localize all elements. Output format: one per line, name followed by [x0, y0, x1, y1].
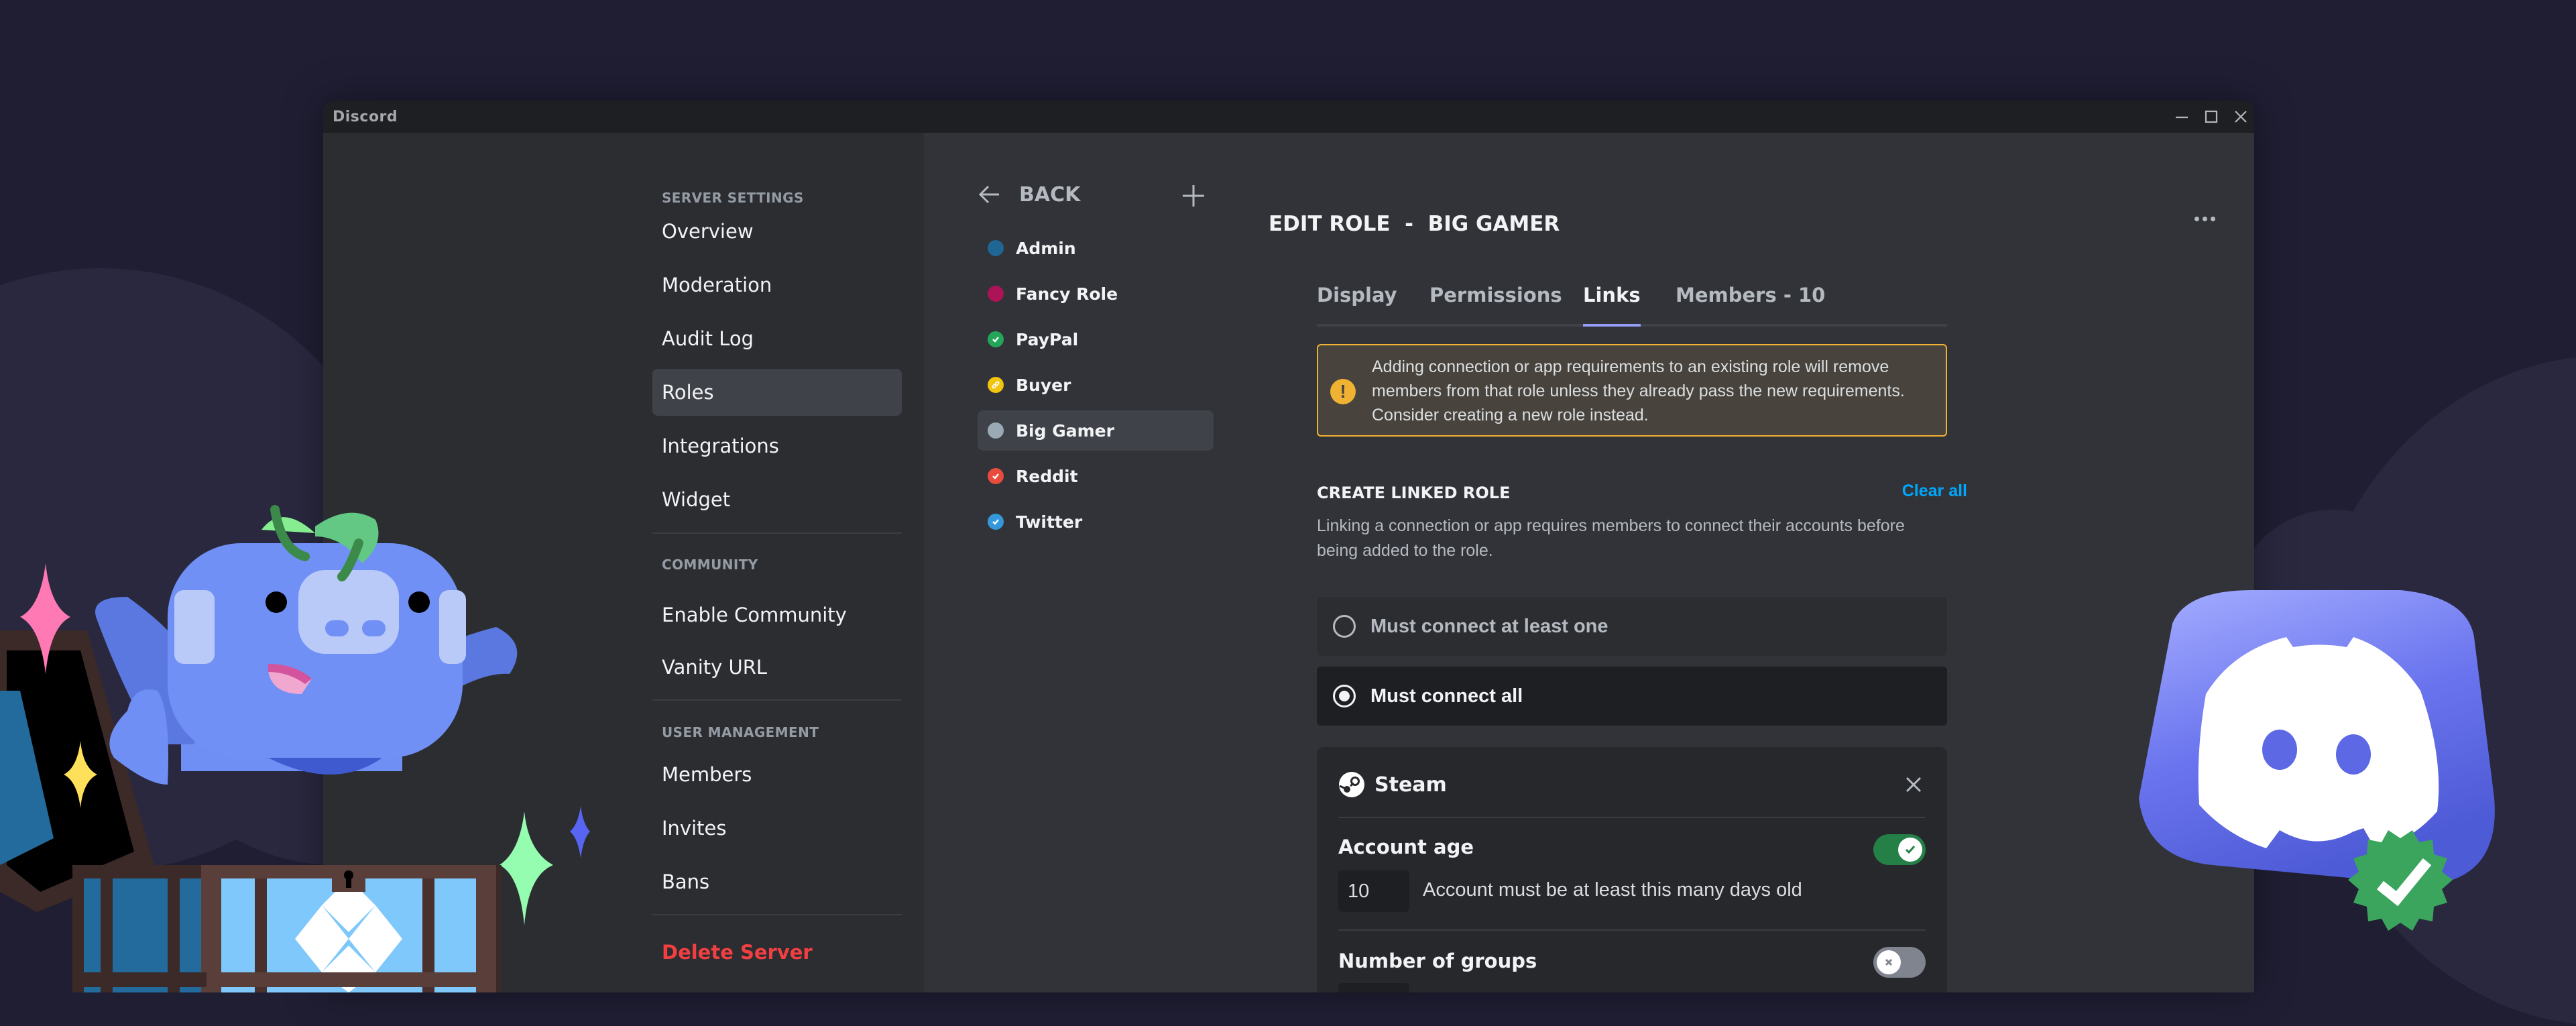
sidebar-divider — [652, 699, 902, 701]
connection-name: Steam — [1374, 773, 1447, 797]
tab-members[interactable]: Members - 10 — [1676, 284, 1825, 324]
verified-badge-icon — [988, 331, 1004, 347]
back-label: BACK — [1019, 182, 1081, 207]
sidebar-item-integrations[interactable]: Integrations — [652, 422, 902, 469]
role-item[interactable]: Buyer — [978, 365, 1214, 405]
toggle-knob — [1898, 838, 1922, 862]
section-description: Linking a connection or app requires mem… — [1317, 516, 1905, 560]
sidebar-header-community: COMMUNITY — [662, 557, 758, 573]
page-title: EDIT ROLE - BIG GAMER — [1269, 212, 1560, 236]
requirement-description: Account must be at least this many days … — [1423, 879, 1802, 901]
title-bar: Discord — [323, 101, 2254, 133]
check-icon — [1905, 846, 1916, 854]
role-name: PayPal — [1016, 329, 1079, 349]
requirement-title: Number of groups — [1338, 950, 1537, 972]
warning-banner: ! Adding connection or app requirements … — [1317, 344, 1947, 437]
back-button[interactable]: BACK — [978, 182, 1080, 207]
number-of-groups-toggle[interactable] — [1873, 947, 1926, 978]
more-options-button[interactable] — [2191, 212, 2218, 225]
arrow-left-icon — [978, 185, 999, 204]
create-role-button[interactable] — [1180, 182, 1207, 209]
radio-selected-icon — [1333, 685, 1356, 707]
role-name: Fancy Role — [1016, 284, 1118, 304]
maximize-icon — [2205, 110, 2218, 123]
minimize-button[interactable] — [2168, 106, 2195, 127]
radio-unselected-icon — [1333, 615, 1356, 638]
discord-window: Discord SERVER SETTINGS Overview Moderat… — [323, 101, 2254, 992]
sidebar-item-bans[interactable]: Bans — [652, 858, 902, 905]
warning-icon: ! — [1330, 379, 1356, 404]
more-dot — [2210, 216, 2215, 221]
more-dot — [2202, 216, 2207, 221]
verified-badge-icon — [988, 514, 1004, 530]
verified-badge-icon — [988, 468, 1004, 484]
remove-connection-button[interactable] — [1901, 773, 1926, 797]
maximize-button[interactable] — [2198, 106, 2225, 127]
account-age-input[interactable] — [1338, 870, 1409, 912]
minimize-icon — [2176, 116, 2188, 119]
role-item[interactable]: Big Gamer — [978, 410, 1214, 451]
toggle-knob — [1877, 950, 1901, 974]
roles-header: BACK — [978, 182, 1219, 213]
wumpus-chest-illustration — [0, 505, 590, 992]
radio-label: Must connect all — [1370, 685, 1523, 707]
card-divider — [1338, 817, 1926, 818]
role-item[interactable]: Fancy Role — [978, 274, 1214, 314]
role-color-dot-icon — [988, 286, 1004, 302]
sidebar-header-user-management: USER MANAGEMENT — [662, 724, 819, 740]
link-badge-icon — [988, 377, 1004, 393]
tab-display[interactable]: Display — [1317, 284, 1397, 324]
sidebar-item-vanity-url[interactable]: Vanity URL — [652, 644, 902, 691]
x-icon — [1885, 958, 1893, 966]
role-color-dot-icon — [988, 422, 1004, 439]
radio-must-connect-one[interactable]: Must connect at least one — [1317, 597, 1947, 656]
more-dot — [2194, 216, 2199, 221]
requirement-title: Account age — [1338, 836, 1474, 858]
sidebar-divider — [652, 532, 902, 534]
close-icon — [1906, 777, 1922, 793]
role-color-dot-icon — [988, 240, 1004, 256]
warning-text: Adding connection or app requirements to… — [1372, 357, 1905, 424]
sidebar-divider — [652, 914, 902, 915]
sidebar-item-enable-community[interactable]: Enable Community — [652, 591, 902, 638]
app-name: Discord — [333, 109, 398, 125]
role-item[interactable]: Twitter — [978, 502, 1214, 542]
tab-links[interactable]: Links — [1583, 284, 1641, 327]
account-age-toggle[interactable] — [1873, 834, 1926, 865]
close-window-button[interactable] — [2227, 106, 2254, 127]
sidebar-item-delete-server[interactable]: Delete Server — [652, 929, 902, 976]
sidebar-item-moderation[interactable]: Moderation — [652, 262, 902, 308]
sidebar-item-invites[interactable]: Invites — [652, 805, 902, 852]
role-item[interactable]: PayPal — [978, 319, 1214, 359]
clear-all-link[interactable]: Clear all — [1902, 481, 1967, 501]
tab-permissions[interactable]: Permissions — [1429, 284, 1562, 324]
role-name: Reddit — [1016, 466, 1078, 486]
connection-card-steam: Steam Account age Account must be at lea… — [1317, 747, 1947, 992]
connection-header: Steam — [1338, 766, 1926, 803]
sidebar-item-audit-log[interactable]: Audit Log — [652, 315, 902, 362]
sidebar-item-overview[interactable]: Overview — [652, 208, 902, 255]
role-name: Buyer — [1016, 375, 1071, 395]
radio-label: Must connect at least one — [1370, 615, 1608, 637]
role-tabs: Display Permissions Links Members - 10 — [1317, 284, 1947, 327]
plus-icon — [1183, 185, 1204, 207]
role-item[interactable]: Admin — [978, 228, 1214, 268]
role-item[interactable]: Reddit — [978, 456, 1214, 496]
role-name: Big Gamer — [1016, 420, 1114, 441]
steam-icon — [1339, 772, 1364, 797]
card-divider — [1338, 929, 1926, 931]
sidebar-item-widget[interactable]: Widget — [652, 476, 902, 523]
sidebar-item-roles[interactable]: Roles — [652, 369, 902, 416]
radio-must-connect-all[interactable]: Must connect all — [1317, 667, 1947, 726]
section-title: CREATE LINKED ROLE — [1317, 483, 1511, 502]
number-of-groups-input[interactable] — [1338, 983, 1409, 992]
role-name: Twitter — [1016, 512, 1083, 532]
discord-logo-illustration — [2139, 590, 2495, 931]
sidebar-item-members[interactable]: Members — [652, 751, 902, 798]
role-name: Admin — [1016, 238, 1076, 258]
sidebar-header-server-settings: SERVER SETTINGS — [662, 190, 804, 206]
close-icon — [2235, 111, 2247, 123]
